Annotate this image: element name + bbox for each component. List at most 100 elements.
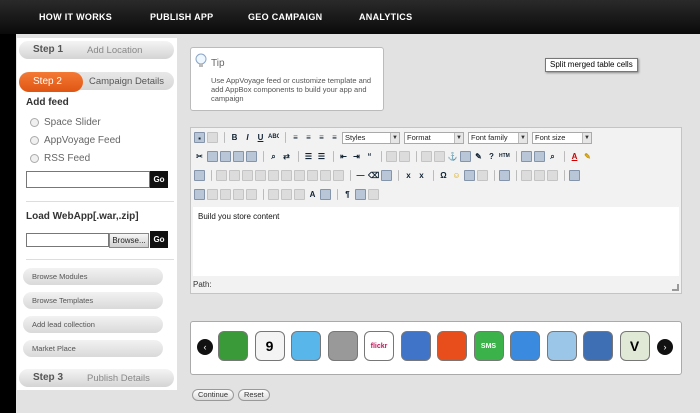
split-cells-icon[interactable] [320,170,331,181]
link-icon[interactable] [421,151,432,162]
numbered-list-icon[interactable]: ☰ [316,151,327,162]
step-2-pill[interactable]: Step 2 Campaign Details [19,72,174,92]
help-icon[interactable]: ? [486,151,497,162]
align-right-icon[interactable]: ≡ [316,132,327,143]
copy-icon[interactable] [207,151,218,162]
paste-text-icon[interactable] [233,151,244,162]
paragraph-mark-icon[interactable]: ¶ [342,189,353,200]
radio-appvoyage-feed[interactable]: AppVoyage Feed [30,135,121,146]
cleanup-icon[interactable]: ✎ [473,151,484,162]
abbr-icon[interactable] [534,170,545,181]
page-break-icon[interactable] [281,189,292,200]
vine-app-icon[interactable]: V [619,331,650,361]
rss-app-icon[interactable] [437,331,467,361]
reset-button[interactable]: Reset [238,389,270,401]
non-breaking-icon[interactable] [268,189,279,200]
nav-how-it-works[interactable]: HOW IT WORKS [39,12,112,22]
delete-col-icon[interactable] [307,170,318,181]
pagebreak-icon[interactable] [368,189,379,200]
browse-templates-link[interactable]: Browse Templates [23,292,163,309]
row-props-icon[interactable] [216,170,227,181]
layer-icon[interactable] [194,189,205,200]
underline-icon[interactable]: U [255,132,266,143]
cite-icon[interactable] [521,170,532,181]
ltr-icon[interactable] [477,170,488,181]
align-left-icon[interactable]: ≡ [290,132,301,143]
remove-format-icon[interactable]: ⌫ [368,170,379,181]
redo-icon[interactable] [399,151,410,162]
merge-cells-icon[interactable] [333,170,344,181]
carousel-next-icon[interactable]: › [657,339,673,355]
flickr-app-icon[interactable]: flickr [364,331,394,361]
stack-app-icon[interactable] [327,331,358,361]
calendar-app-icon[interactable]: 9 [254,331,285,361]
find-icon[interactable]: ⌕ [268,151,279,162]
font-family-dropdown[interactable]: Font family ▼ [468,131,528,144]
insert-time-icon[interactable] [534,151,545,162]
absolute-icon[interactable] [233,189,244,200]
strikethrough-icon[interactable]: ABC [268,132,279,143]
cell-props-icon[interactable] [229,170,240,181]
html-icon[interactable]: HTML [499,151,510,162]
template-icon[interactable] [569,170,580,181]
step-1-pill[interactable]: Step 1 Add Location [19,41,174,59]
sms-app-icon[interactable]: SMS [473,331,504,361]
delete-row-icon[interactable] [268,170,279,181]
paste-word-icon[interactable] [246,151,257,162]
insert-date-icon[interactable] [521,151,532,162]
nav-analytics[interactable]: ANALYTICS [359,12,412,22]
italic-icon[interactable]: I [242,132,253,143]
maps-app-icon[interactable] [546,331,577,361]
resize-handle-icon[interactable] [672,284,679,291]
special-char-icon[interactable]: Ω [438,170,449,181]
insert-col-after-icon[interactable] [294,170,305,181]
paste-icon[interactable] [220,151,231,162]
bullet-list-icon[interactable]: ☰ [303,151,314,162]
superscript-icon[interactable]: x [416,170,427,181]
insert-row-after-icon[interactable] [255,170,266,181]
browse-button[interactable]: Browse... [109,233,149,248]
unlink-icon[interactable] [434,151,445,162]
font-size-dropdown[interactable]: Font size ▼ [532,131,592,144]
add-lead-collection-link[interactable]: Add lead collection [23,316,163,333]
webapp-file-input[interactable] [26,233,109,247]
save-icon[interactable]: ▪ [194,132,205,143]
insert-row-before-icon[interactable] [242,170,253,181]
show-blocks-icon[interactable] [355,189,366,200]
mail-app-icon[interactable] [510,331,540,361]
indent-icon[interactable]: ⇥ [351,151,362,162]
table-icon[interactable] [194,170,205,181]
radio-button[interactable] [30,154,39,163]
radio-button[interactable] [30,118,39,127]
align-justify-icon[interactable]: ≡ [329,132,340,143]
styleprops-icon[interactable] [246,189,257,200]
radio-space-slider[interactable]: Space Slider [30,117,101,128]
phone-app-icon[interactable] [218,331,248,361]
preview-icon[interactable]: ⌕ [547,151,558,162]
format-dropdown[interactable]: Format ▼ [404,131,464,144]
media-icon[interactable] [464,170,475,181]
step-3-pill[interactable]: Step 3 Publish Details [19,369,174,387]
check-app-icon[interactable] [400,331,431,361]
align-center-icon[interactable]: ≡ [303,132,314,143]
new-document-icon[interactable] [207,132,218,143]
browse-modules-link[interactable]: Browse Modules [23,268,163,285]
feed-go-button[interactable]: Go [150,171,168,188]
text-color-icon[interactable]: A [569,151,580,162]
radio-rss-feed[interactable]: RSS Feed [30,153,90,164]
tools-app-icon[interactable] [583,331,613,361]
move-backward-icon[interactable] [220,189,231,200]
undo-icon[interactable] [386,151,397,162]
attribs-icon[interactable] [320,189,331,200]
carousel-prev-icon[interactable]: ‹ [197,339,213,355]
editor-content-area[interactable]: Build you store content [193,207,679,276]
fullscreen-icon[interactable] [499,170,510,181]
acronym-icon[interactable] [547,170,558,181]
feed-url-input[interactable] [26,171,150,188]
image-icon[interactable] [460,151,471,162]
replace-icon[interactable]: ⇄ [281,151,292,162]
highlight-color-icon[interactable]: ✎ [582,151,593,162]
cut-icon[interactable]: ✂ [194,151,205,162]
radio-button[interactable] [30,136,39,145]
anchor-icon[interactable]: ⚓ [447,151,458,162]
